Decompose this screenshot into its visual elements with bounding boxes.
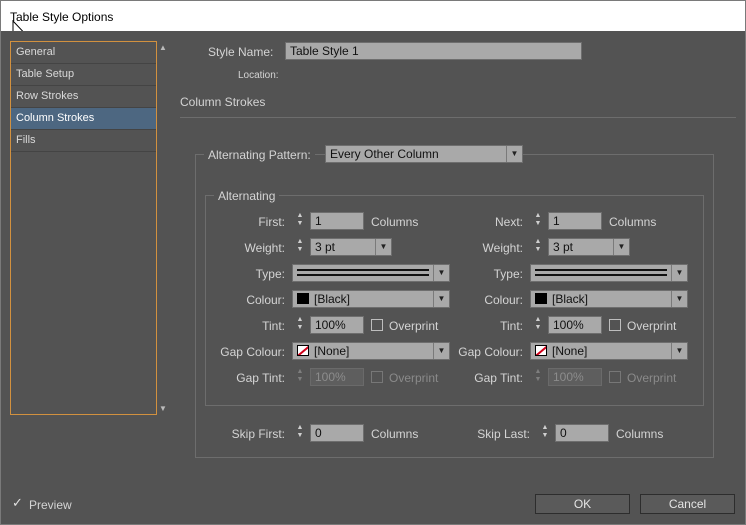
section-divider xyxy=(180,117,736,118)
black-swatch-icon xyxy=(297,293,309,304)
next-count-label: Next: xyxy=(494,215,523,229)
cancel-button[interactable]: Cancel xyxy=(640,494,735,514)
sidebar-item-table-setup[interactable]: Table Setup xyxy=(11,64,156,86)
skip-last-input[interactable]: 0 xyxy=(555,424,609,442)
thick-thick-stroke-icon xyxy=(535,269,667,279)
first-type-label: Type: xyxy=(255,267,285,281)
first-overprint-label: Overprint xyxy=(389,319,439,333)
first-tint-stepper[interactable]: ▲ ▼ xyxy=(293,316,307,334)
alternating-pattern-value: Every Other Column xyxy=(330,147,439,161)
next-weight-stepper[interactable]: ▲ ▼ xyxy=(531,238,545,256)
next-gap-colour-label: Gap Colour: xyxy=(458,345,523,359)
next-gap-tint-label: Gap Tint: xyxy=(474,371,523,385)
chevron-down-icon: ▼ xyxy=(433,291,449,307)
chevron-down-icon: ▼ xyxy=(375,239,391,255)
category-list: General Table Setup Row Strokes Column S… xyxy=(10,41,157,415)
sidebar-item-general[interactable]: General xyxy=(11,42,156,64)
next-type-dropdown[interactable]: ▼ xyxy=(530,264,688,282)
first-gap-colour-value: [None] xyxy=(314,344,350,358)
next-overprint-label: Overprint xyxy=(627,319,677,333)
skip-first-unit: Columns xyxy=(371,427,419,441)
skip-last-stepper[interactable]: ▲ ▼ xyxy=(538,424,552,442)
next-weight-value: 3 pt xyxy=(553,240,574,254)
first-gap-colour-label: Gap Colour: xyxy=(220,345,285,359)
first-weight-dropdown[interactable]: 3 pt ▼ xyxy=(310,238,392,256)
first-weight-stepper[interactable]: ▲ ▼ xyxy=(293,238,307,256)
next-gap-colour-value: [None] xyxy=(552,344,588,358)
next-gap-colour-dropdown[interactable]: [None] ▼ xyxy=(530,342,688,360)
next-gap-tint-stepper: ▲ ▼ xyxy=(534,368,542,383)
chevron-down-icon: ▼ xyxy=(433,265,449,281)
first-count-input[interactable]: 1 xyxy=(310,212,364,230)
next-tint-label: Tint: xyxy=(500,319,523,333)
next-weight-label: Weight: xyxy=(482,241,523,255)
next-gap-overprint-checkbox xyxy=(609,371,621,383)
next-count-stepper[interactable]: ▲ ▼ xyxy=(531,212,545,230)
category-list-scrollbar[interactable]: ▲ ▼ xyxy=(157,41,169,415)
first-gap-tint-stepper: ▲ ▼ xyxy=(296,368,304,383)
next-tint-input[interactable]: 100% xyxy=(548,316,602,334)
dialog-title-bar: Table Style Options xyxy=(0,0,746,31)
next-colour-dropdown[interactable]: [Black] ▼ xyxy=(530,290,688,308)
style-name-label: Style Name: xyxy=(208,45,274,59)
chevron-down-icon: ▼ xyxy=(613,239,629,255)
preview-checkbox[interactable]: ✓ xyxy=(12,495,24,510)
sidebar-item-column-strokes[interactable]: Column Strokes xyxy=(11,108,156,130)
next-count-unit: Columns xyxy=(609,215,657,229)
next-gap-overprint-label: Overprint xyxy=(627,371,677,385)
skip-first-label: Skip First: xyxy=(231,427,285,441)
ok-button[interactable]: OK xyxy=(535,494,630,514)
first-gap-colour-dropdown[interactable]: [None] ▼ xyxy=(292,342,450,360)
first-count-label: First: xyxy=(258,215,285,229)
skip-last-unit: Columns xyxy=(616,427,664,441)
checkmark-icon: ✓ xyxy=(12,495,23,510)
none-swatch-icon xyxy=(535,345,547,356)
chevron-down-icon: ▼ xyxy=(671,265,687,281)
first-count-unit: Columns xyxy=(371,215,419,229)
first-colour-dropdown[interactable]: [Black] ▼ xyxy=(292,290,450,308)
section-title: Column Strokes xyxy=(180,95,266,109)
alternating-pattern-label: Alternating Pattern: xyxy=(204,148,315,162)
next-count-input[interactable]: 1 xyxy=(548,212,602,230)
first-tint-label: Tint: xyxy=(262,319,285,333)
next-colour-label: Colour: xyxy=(484,293,523,307)
sidebar-item-fills[interactable]: Fills xyxy=(11,130,156,152)
first-weight-value: 3 pt xyxy=(315,240,336,254)
first-weight-label: Weight: xyxy=(244,241,285,255)
first-type-dropdown[interactable]: ▼ xyxy=(292,264,450,282)
chevron-down-icon: ▼ xyxy=(506,146,522,162)
style-name-input[interactable]: Table Style 1 xyxy=(285,42,582,60)
scroll-down-icon[interactable]: ▼ xyxy=(159,404,167,413)
first-overprint-checkbox[interactable] xyxy=(371,319,383,331)
next-type-label: Type: xyxy=(493,267,523,281)
next-colour-value: [Black] xyxy=(552,292,589,306)
skip-last-label: Skip Last: xyxy=(477,427,530,441)
location-label: Location: xyxy=(238,70,279,81)
skip-first-input[interactable]: 0 xyxy=(310,424,364,442)
preview-label: Preview xyxy=(29,498,72,512)
first-count-stepper[interactable]: ▲ ▼ xyxy=(293,212,307,230)
first-tint-input[interactable]: 100% xyxy=(310,316,364,334)
next-gap-tint-input: 100% xyxy=(548,368,602,386)
first-colour-label: Colour: xyxy=(246,293,285,307)
chevron-down-icon: ▼ xyxy=(671,291,687,307)
chevron-down-icon: ▼ xyxy=(671,343,687,359)
first-gap-tint-label: Gap Tint: xyxy=(236,371,285,385)
black-swatch-icon xyxy=(535,293,547,304)
first-gap-overprint-label: Overprint xyxy=(389,371,439,385)
first-gap-tint-input: 100% xyxy=(310,368,364,386)
alternating-group-label: Alternating xyxy=(214,189,280,203)
scroll-up-icon[interactable]: ▲ xyxy=(159,43,167,52)
dialog-title: Table Style Options xyxy=(10,10,114,24)
first-gap-overprint-checkbox xyxy=(371,371,383,383)
next-overprint-checkbox[interactable] xyxy=(609,319,621,331)
next-tint-stepper[interactable]: ▲ ▼ xyxy=(531,316,545,334)
alternating-pattern-dropdown[interactable]: Every Other Column ▼ xyxy=(325,145,523,163)
next-weight-dropdown[interactable]: 3 pt ▼ xyxy=(548,238,630,256)
first-colour-value: [Black] xyxy=(314,292,351,306)
skip-first-stepper[interactable]: ▲ ▼ xyxy=(293,424,307,442)
thick-thick-stroke-icon xyxy=(297,269,429,279)
sidebar-item-row-strokes[interactable]: Row Strokes xyxy=(11,86,156,108)
none-swatch-icon xyxy=(297,345,309,356)
